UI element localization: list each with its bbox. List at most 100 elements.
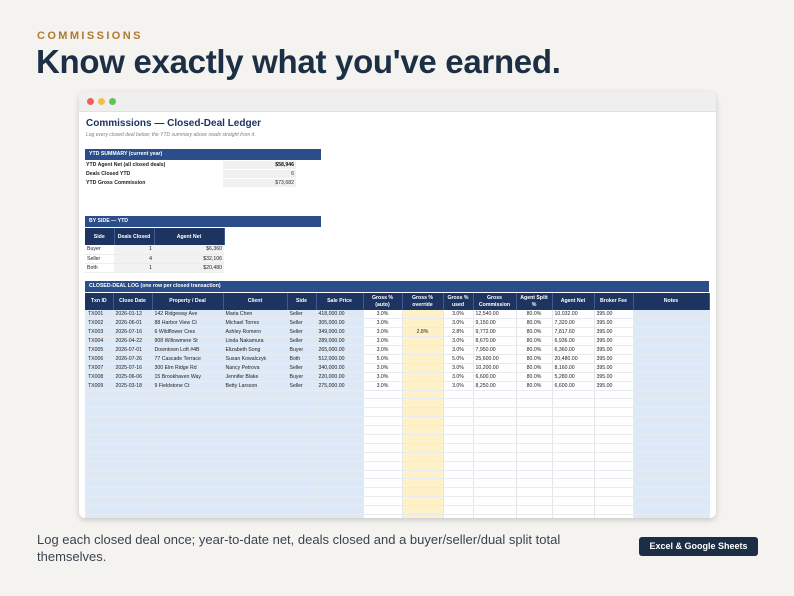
table-cell[interactable] (473, 514, 517, 518)
column-header[interactable]: Deals Closed (114, 228, 155, 245)
table-cell[interactable] (552, 496, 595, 507)
table-cell[interactable]: 3.0% (363, 310, 403, 320)
table-cell[interactable] (113, 398, 153, 409)
table-cell[interactable]: Elizabeth Song (223, 345, 288, 355)
table-cell[interactable] (594, 478, 634, 489)
column-header[interactable]: Gross % (auto) (363, 293, 403, 310)
table-cell[interactable] (113, 496, 153, 507)
table-cell[interactable] (316, 505, 364, 515)
table-cell[interactable] (85, 425, 114, 435)
table-cell[interactable]: 395.00 (594, 336, 634, 347)
table-cell[interactable] (516, 496, 553, 507)
table-cell[interactable]: Downtown Loft #4B (152, 345, 224, 355)
table-cell[interactable] (152, 505, 224, 515)
table-cell[interactable] (402, 416, 444, 427)
table-cell[interactable] (594, 514, 634, 518)
table-cell[interactable] (633, 318, 710, 329)
table-cell[interactable]: 395.00 (594, 327, 634, 338)
table-cell[interactable] (402, 514, 444, 518)
table-cell[interactable] (633, 390, 710, 400)
table-cell[interactable]: 6,360.00 (552, 345, 595, 355)
table-cell[interactable] (223, 487, 288, 498)
table-cell[interactable] (402, 461, 444, 471)
table-cell[interactable]: 418,000.00 (316, 310, 364, 320)
table-cell[interactable] (85, 434, 114, 444)
table-cell[interactable] (473, 434, 517, 444)
table-cell[interactable] (633, 470, 710, 480)
table-cell[interactable] (402, 487, 444, 498)
table-cell[interactable] (633, 407, 710, 418)
table-cell[interactable]: 20,480.00 (552, 354, 595, 364)
table-cell[interactable] (287, 416, 317, 427)
table-cell[interactable] (152, 407, 224, 418)
table-cell[interactable] (633, 514, 710, 518)
table-cell[interactable]: Betty Larsson (223, 381, 288, 391)
table-cell[interactable]: 6,600.00 (552, 381, 595, 391)
table-cell[interactable]: 80.0% (516, 336, 553, 347)
table-cell[interactable] (316, 425, 364, 435)
table-cell[interactable] (552, 452, 595, 462)
table-cell[interactable] (633, 336, 710, 347)
table-cell[interactable]: 3.0% (363, 336, 403, 347)
table-cell[interactable]: Nancy Petrova (223, 363, 288, 373)
table-cell[interactable] (473, 478, 517, 489)
table-cell[interactable]: Ashley Romero (223, 327, 288, 338)
table-cell[interactable] (402, 318, 444, 329)
table-cell[interactable] (363, 452, 403, 462)
table-cell[interactable] (152, 398, 224, 409)
table-cell[interactable] (152, 461, 224, 471)
table-cell[interactable] (552, 478, 595, 489)
table-cell[interactable] (516, 470, 553, 480)
table-cell[interactable]: 220,000.00 (316, 372, 364, 382)
table-cell[interactable]: 395.00 (594, 381, 634, 391)
table-cell[interactable]: Michael Torres (223, 318, 288, 329)
table-cell[interactable]: 2025-06-06 (113, 372, 153, 382)
column-header[interactable]: Property / Deal (152, 293, 224, 310)
table-cell[interactable] (402, 434, 444, 444)
table-cell[interactable] (223, 478, 288, 489)
table-cell[interactable] (85, 478, 114, 489)
table-cell[interactable]: Jennifer Blake (223, 372, 288, 382)
table-cell[interactable] (363, 496, 403, 507)
table-cell[interactable] (113, 407, 153, 418)
table-cell[interactable] (443, 416, 474, 427)
table-cell[interactable] (223, 434, 288, 444)
table-cell[interactable] (223, 514, 288, 518)
table-cell[interactable]: 80.0% (516, 381, 553, 391)
table-cell[interactable] (443, 487, 474, 498)
table-cell[interactable] (316, 398, 364, 409)
table-cell[interactable] (402, 390, 444, 400)
table-cell[interactable] (223, 390, 288, 400)
table-cell[interactable]: Seller (287, 318, 317, 329)
column-header[interactable]: Txn ID (85, 293, 114, 310)
table-cell[interactable]: 1 (114, 263, 154, 273)
table-cell[interactable]: 3.0% (443, 363, 474, 373)
table-cell[interactable]: 2.8% (443, 327, 474, 338)
table-cell[interactable] (473, 416, 517, 427)
table-cell[interactable] (363, 478, 403, 489)
table-cell[interactable] (223, 398, 288, 409)
table-cell[interactable] (113, 443, 153, 453)
table-cell[interactable]: 25,600.00 (473, 354, 517, 364)
table-cell[interactable] (402, 336, 444, 347)
table-cell[interactable]: 7,320.00 (552, 318, 595, 329)
column-header[interactable]: Gross % override (402, 293, 444, 310)
table-cell[interactable]: 88 Harbor View Ct (152, 318, 224, 329)
table-cell[interactable]: TX004 (85, 336, 114, 347)
table-cell[interactable]: 3.0% (443, 372, 474, 382)
table-cell[interactable] (402, 452, 444, 462)
table-cell[interactable] (516, 478, 553, 489)
table-cell[interactable] (633, 398, 710, 409)
table-cell[interactable]: 3.0% (443, 345, 474, 355)
table-cell[interactable]: Buyer (287, 345, 317, 355)
table-cell[interactable] (113, 461, 153, 471)
table-cell[interactable] (552, 407, 595, 418)
table-cell[interactable] (363, 398, 403, 409)
table-cell[interactable]: 3.0% (363, 318, 403, 329)
table-cell[interactable]: TX002 (85, 318, 114, 329)
table-cell[interactable]: 2026-07-26 (113, 354, 153, 364)
column-header[interactable]: Client (223, 293, 288, 310)
column-header[interactable]: Gross % used (443, 293, 474, 310)
table-cell[interactable] (113, 514, 153, 518)
table-cell[interactable] (363, 425, 403, 435)
